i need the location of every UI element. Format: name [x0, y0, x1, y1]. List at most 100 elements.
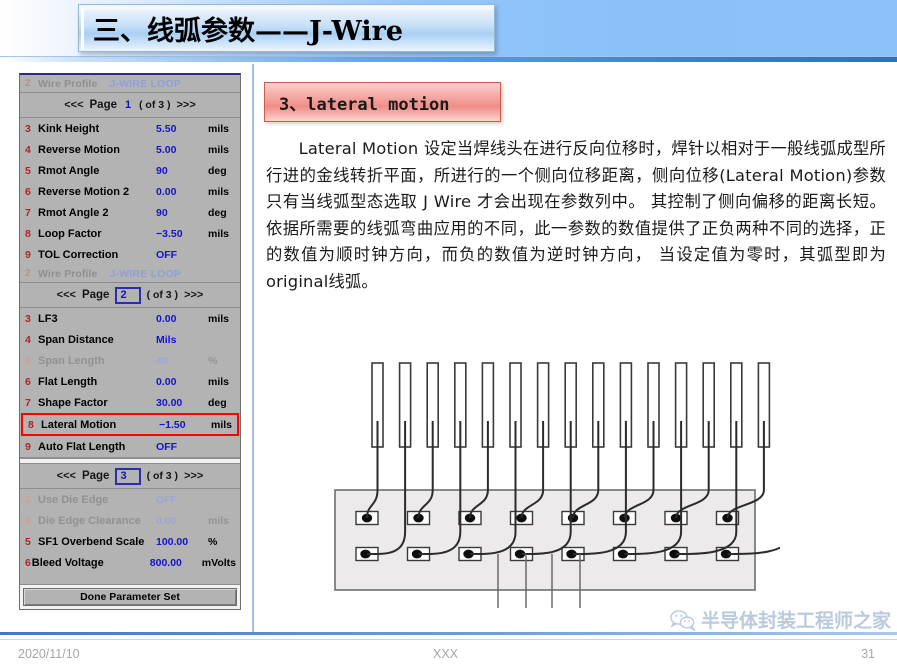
parameter-value[interactable]: 90: [156, 165, 208, 177]
section-label: Wire Profile: [38, 267, 98, 280]
section-header-1[interactable]: 2 Wire Profile J-WIRE LOOP: [20, 265, 240, 283]
prev-page-button[interactable]: <<<: [57, 289, 76, 301]
body-paragraph: Lateral Motion 设定当焊线头在进行反向位移时，焊针以相对于一般线弧…: [266, 139, 886, 291]
next-page-button[interactable]: >>>: [184, 289, 203, 301]
parameter-row[interactable]: 6 Flat Length 0.00 mils: [20, 371, 240, 392]
parameter-row[interactable]: 3 Kink Height 5.50 mils: [20, 118, 240, 139]
parameter-unit: mils: [211, 418, 233, 431]
parameter-unit: mils: [208, 514, 230, 527]
parameter-value[interactable]: 0.00: [156, 515, 208, 527]
parameter-row[interactable]: 7 Shape Factor 30.00 deg: [20, 392, 240, 413]
parameter-row[interactable]: 9 TOL Correction OFF: [20, 244, 240, 265]
parameter-value[interactable]: −3.50: [156, 228, 208, 240]
page-navigation-0[interactable]: <<< Page 1 ( of 3 ) >>>: [20, 93, 240, 118]
next-page-button[interactable]: >>>: [177, 99, 196, 111]
parameter-index: 5: [25, 535, 31, 548]
parameter-index: 8: [28, 418, 34, 431]
parameter-value[interactable]: 5.00: [156, 144, 208, 156]
parameter-row[interactable]: 4 Reverse Motion 5.00 mils: [20, 139, 240, 160]
parameter-row[interactable]: 4 Span Distance Mils: [20, 329, 240, 350]
parameter-row: 3 Use Die Edge OFF: [20, 489, 240, 510]
parameter-index: 9: [25, 248, 31, 261]
watermark-text: 半导体封装工程师之家: [700, 610, 891, 632]
parameter-value[interactable]: 5.50: [156, 123, 208, 135]
parameter-row[interactable]: 5 SF1 Overbend Scale 100.00%: [20, 531, 240, 552]
page-total: ( of 3 ): [146, 470, 179, 482]
wechat-icon: [670, 609, 696, 631]
parameter-row[interactable]: 6 Reverse Motion 2 0.00 mils: [20, 181, 240, 202]
parameter-unit: deg: [208, 164, 227, 177]
section-index: 2: [25, 268, 31, 279]
parameter-unit: deg: [208, 396, 227, 409]
watermark: 半导体封装工程师之家: [670, 606, 891, 633]
slide-canvas: 三、线弧参数——J-Wire 2 Wire Profile J-WIRE LOOP <…: [0, 0, 897, 668]
page-number-input[interactable]: 2: [115, 286, 141, 304]
parameter-value[interactable]: OFF: [156, 494, 208, 506]
parameter-row[interactable]: 9 Auto Flat Length OFF: [20, 436, 240, 457]
prev-page-button[interactable]: <<<: [64, 99, 83, 111]
page-total: ( of 3 ): [139, 99, 171, 111]
parameter-value[interactable]: 30.00: [156, 397, 208, 409]
parameter-value[interactable]: 40: [156, 355, 208, 367]
parameter-name: Reverse Motion: [38, 143, 120, 156]
section-title: 3、lateral motion: [279, 94, 450, 115]
section-value: J-WIRE LOOP: [109, 267, 182, 280]
page-number-input[interactable]: 1: [123, 99, 133, 111]
parameter-row[interactable]: 6 Bleed Voltage 800.00 mVolts: [20, 552, 240, 573]
page-label: Page: [81, 289, 110, 301]
slide-title-plate: 三、线弧参数——J-Wire: [78, 4, 495, 52]
page-navigation-1[interactable]: <<< Page 2 ( of 3 ) >>>: [20, 283, 240, 308]
parameter-value[interactable]: 100.00: [156, 536, 208, 548]
parameter-index: 7: [25, 206, 31, 219]
parameter-unit: mils: [208, 185, 230, 198]
parameter-name: Lateral Motion: [41, 418, 117, 431]
parameter-sections: 2 Wire Profile J-WIRE LOOP <<< Page 1 ( of 3 )…: [20, 75, 240, 573]
parameter-index: 3: [25, 312, 31, 325]
page-label: Page: [81, 470, 110, 482]
parameter-row[interactable]: 8 Loop Factor −3.50 mils: [20, 223, 240, 244]
parameter-index: 6: [25, 375, 31, 388]
page-number-input[interactable]: 3: [115, 467, 141, 485]
section-value: J-WIRE LOOP: [109, 77, 182, 90]
parameter-unit: deg: [208, 206, 227, 219]
done-parameter-set-button[interactable]: Done Parameter Set: [23, 588, 237, 606]
parameter-value[interactable]: Mils: [156, 334, 208, 346]
wire-profile-parameter-panel[interactable]: 2 Wire Profile J-WIRE LOOP <<< Page 1 ( of 3 )…: [19, 73, 241, 610]
page-navigation-2[interactable]: <<< Page 3 ( of 3 ) >>>: [20, 464, 240, 489]
parameter-row[interactable]: 8 Lateral Motion −1.50 mils: [21, 413, 239, 436]
wire-bond-svg: [334, 362, 798, 608]
parameter-row[interactable]: 5 Rmot Angle 90 deg: [20, 160, 240, 181]
parameter-name: LF3: [38, 312, 58, 325]
parameter-value[interactable]: 0.00: [156, 313, 208, 325]
parameter-name: Rmot Angle: [38, 164, 100, 177]
parameter-index: 9: [25, 440, 31, 453]
parameter-value[interactable]: 0.00: [156, 376, 208, 388]
parameter-value[interactable]: OFF: [156, 249, 208, 261]
parameter-value[interactable]: 800.00: [150, 557, 202, 569]
next-page-button[interactable]: >>>: [184, 470, 203, 482]
parameter-row[interactable]: 7 Rmot Angle 2 90 deg: [20, 202, 240, 223]
section-label: Wire Profile: [38, 77, 98, 90]
section-title-plate: 3、lateral motion: [264, 82, 501, 122]
parameter-name: TOL Correction: [38, 248, 119, 261]
section-index: 2: [25, 78, 31, 89]
parameter-row[interactable]: 3 LF3 0.00 mils: [20, 308, 240, 329]
wire-bond-diagram: [330, 355, 798, 645]
parameter-name: Use Die Edge: [38, 493, 109, 506]
parameter-name: Loop Factor: [38, 227, 102, 240]
parameter-value[interactable]: −1.50: [159, 419, 211, 431]
parameter-name: Bleed Voltage: [31, 556, 104, 569]
parameter-value[interactable]: 0.00: [156, 186, 208, 198]
parameter-unit: mils: [208, 143, 230, 156]
section-header-0[interactable]: 2 Wire Profile J-WIRE LOOP: [20, 75, 240, 93]
prev-page-button[interactable]: <<<: [57, 470, 76, 482]
parameter-name: Kink Height: [38, 122, 100, 135]
footer-page-number: 31: [861, 647, 875, 661]
parameter-index: 7: [25, 396, 31, 409]
parameter-index: 3: [25, 493, 31, 506]
page-total: ( of 3 ): [146, 289, 179, 301]
parameter-unit: mils: [208, 375, 230, 388]
parameter-unit: mils: [208, 122, 230, 135]
parameter-value[interactable]: OFF: [156, 441, 208, 453]
parameter-value[interactable]: 90: [156, 207, 208, 219]
